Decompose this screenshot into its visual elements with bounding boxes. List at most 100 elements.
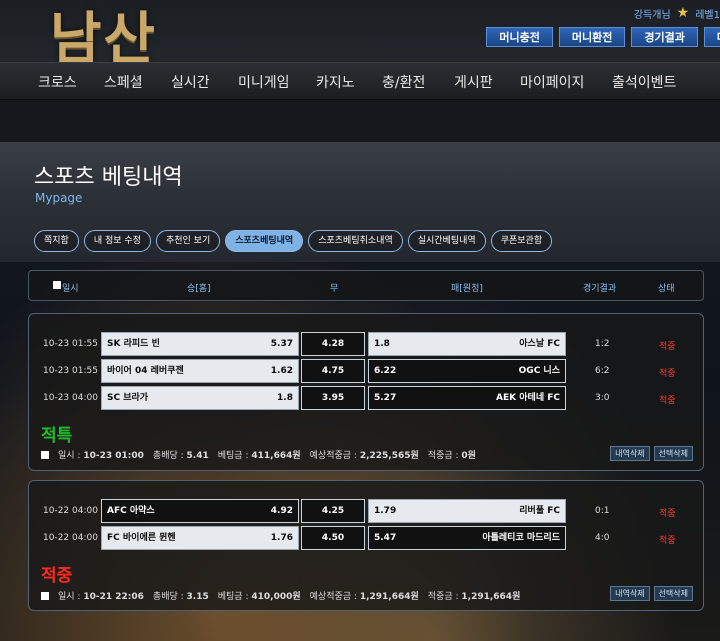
bet-actions: 내역삭제 선택삭제: [610, 586, 693, 601]
away-pick[interactable]: 1.8 아스날 FC: [368, 332, 566, 356]
match-result: 0:1: [595, 506, 610, 516]
away-pick[interactable]: 1.79 리버풀 FC: [368, 499, 566, 523]
home-pick[interactable]: SK 라피드 빈 5.37: [101, 332, 299, 356]
col-away: 패[원정]: [451, 284, 483, 294]
delete-selected-button[interactable]: 선택삭제: [653, 446, 693, 461]
nav-deposit-withdraw[interactable]: 충/환전: [382, 72, 425, 92]
col-status: 상태: [658, 284, 675, 294]
nav-cross[interactable]: 크로스: [38, 72, 77, 92]
summary-date: 일시 : 10-21 22:06: [58, 592, 144, 602]
home-team: 바이어 04 레버쿠젠: [107, 366, 184, 376]
delete-history-button[interactable]: 내역삭제: [610, 446, 650, 461]
table-row: 10-23 01:55 SK 라피드 빈 5.37 4.28 1.8 아스날 F…: [29, 332, 705, 356]
summary-expected: 예상적중금 : 2,225,565원: [309, 451, 419, 461]
summary-date: 일시 : 10-23 01:00: [58, 451, 144, 461]
draw-pick[interactable]: 4.28: [301, 332, 365, 356]
nav-minigame[interactable]: 미니게임: [238, 72, 290, 92]
bet-select-checkbox[interactable]: [41, 450, 49, 459]
away-team: AEK 아테네 FC: [496, 393, 560, 403]
main-nav: 크로스 스페셜 실시간 미니게임 카지노 충/환전 게시판 마이페이지 출석이벤…: [0, 62, 720, 100]
home-odd: 1.8: [277, 393, 293, 403]
user-level: 레벨1: [695, 9, 720, 21]
star-icon: ★: [676, 5, 690, 21]
summary-odds: 총배당 : 5.41: [152, 451, 209, 461]
match-result: 6:2: [595, 366, 610, 376]
match-time: 10-23 01:55: [43, 366, 98, 376]
away-odd: 5.47: [374, 533, 397, 543]
more-button[interactable]: 마: [703, 27, 720, 47]
summary-odds: 총배당 : 3.15: [152, 592, 209, 602]
bet-slip-2: 10-22 04:00 AFC 아약스 4.92 4.25 1.79 리버풀 F…: [28, 480, 704, 611]
home-pick[interactable]: 바이어 04 레버쿠젠 1.62: [101, 359, 299, 383]
table-row: 10-23 04:00 SC 브라가 1.8 3.95 5.27 AEK 아테네…: [29, 386, 705, 410]
page-title: 스포츠 베팅내역: [34, 165, 183, 190]
nav-special[interactable]: 스페셜: [104, 72, 143, 92]
page-hero: 스포츠 베팅내역 Mypage 쪽지함 내 정보 수정 추천인 보기 스포츠베팅…: [0, 142, 720, 262]
home-pick[interactable]: AFC 아약스 4.92: [101, 499, 299, 523]
bet-status: 적중: [659, 342, 676, 352]
summary-expected: 예상적중금 : 1,291,664원: [309, 592, 419, 602]
money-charge-button[interactable]: 머니충전: [486, 27, 553, 47]
home-team: SK 라피드 빈: [107, 339, 160, 349]
delete-history-button[interactable]: 내역삭제: [610, 586, 650, 601]
game-results-button[interactable]: 경기결과: [631, 27, 698, 47]
draw-pick[interactable]: 4.25: [301, 499, 365, 523]
draw-pick[interactable]: 4.50: [301, 526, 365, 550]
home-odd: 1.76: [270, 533, 293, 543]
home-pick[interactable]: SC 브라가 1.8: [101, 386, 299, 410]
away-pick[interactable]: 5.47 아틀레티코 마드리드: [368, 526, 566, 550]
col-result: 경기결과: [583, 284, 617, 294]
tab-messages[interactable]: 쪽지함: [34, 230, 79, 252]
user-info: 강득개님 ★ 레벨1: [634, 5, 720, 21]
away-team: 아틀레티코 마드리드: [482, 533, 560, 543]
nav-mypage[interactable]: 마이페이지: [520, 72, 584, 92]
bet-table-header: 일시 승[홈] 무 패[원정] 경기결과 상태: [28, 270, 704, 301]
nav-casino[interactable]: 카지노: [316, 72, 355, 92]
bet-actions: 내역삭제 선택삭제: [610, 446, 693, 461]
nav-live[interactable]: 실시간: [171, 72, 210, 92]
tab-referrals[interactable]: 추천인 보기: [155, 230, 221, 252]
nav-board[interactable]: 게시판: [454, 72, 493, 92]
delete-selected-button[interactable]: 선택삭제: [653, 586, 693, 601]
table-row: 10-22 04:00 AFC 아약스 4.92 4.25 1.79 리버풀 F…: [29, 499, 705, 523]
user-name[interactable]: 강득개님: [634, 6, 671, 21]
home-team: FC 바이에른 뮌헨: [107, 533, 176, 543]
away-team: 리버풀 FC: [519, 506, 560, 516]
draw-pick[interactable]: 3.95: [301, 386, 365, 410]
away-pick[interactable]: 6.22 OGC 니스: [368, 359, 566, 383]
away-team: OGC 니스: [518, 366, 560, 376]
draw-pick[interactable]: 4.75: [301, 359, 365, 383]
home-team: AFC 아약스: [107, 506, 155, 516]
bet-verdict: 적중: [41, 566, 73, 586]
away-odd: 5.27: [374, 393, 397, 403]
money-exchange-button[interactable]: 머니환전: [558, 27, 626, 47]
bet-status: 적중: [659, 509, 676, 519]
bet-status: 적중: [659, 369, 676, 379]
away-pick[interactable]: 5.27 AEK 아테네 FC: [368, 386, 566, 410]
bet-status: 적중: [659, 396, 676, 406]
tab-sports-bets[interactable]: 스포츠베팅내역: [225, 230, 304, 252]
match-time: 10-23 01:55: [43, 339, 98, 349]
nav-attendance-event[interactable]: 출석이벤트: [612, 72, 676, 92]
bet-status: 적중: [659, 536, 676, 546]
table-row: 10-23 01:55 바이어 04 레버쿠젠 1.62 4.75 6.22 O…: [29, 359, 705, 383]
summary-stake: 베팅금 : 411,664원: [217, 451, 301, 461]
summary-win: 적중금 : 1,291,664원: [427, 592, 521, 602]
home-pick[interactable]: FC 바이에른 뮌헨 1.76: [101, 526, 299, 550]
bet-select-checkbox[interactable]: [41, 591, 49, 600]
tab-coupons[interactable]: 쿠폰보관함: [490, 230, 553, 252]
match-result: 1:2: [595, 339, 610, 349]
match-time: 10-23 04:00: [43, 393, 98, 403]
tab-live-bets[interactable]: 실시간베팅내역: [407, 230, 486, 252]
sub-band: [0, 100, 720, 142]
select-all-checkbox[interactable]: [53, 281, 61, 289]
col-date: 일시: [62, 284, 79, 294]
col-draw: 무: [330, 284, 339, 294]
match-time: 10-22 04:00: [43, 506, 98, 516]
tab-sports-cancelled[interactable]: 스포츠베팅취소내역: [308, 230, 403, 252]
tab-edit-profile[interactable]: 내 정보 수정: [83, 230, 151, 252]
match-result: 4:0: [595, 533, 610, 543]
home-odd: 5.37: [270, 339, 293, 349]
bet-summary: 일시 : 10-21 22:06 총배당 : 3.15 베팅금 : 410,00…: [41, 589, 520, 602]
match-result: 3:0: [595, 393, 610, 403]
